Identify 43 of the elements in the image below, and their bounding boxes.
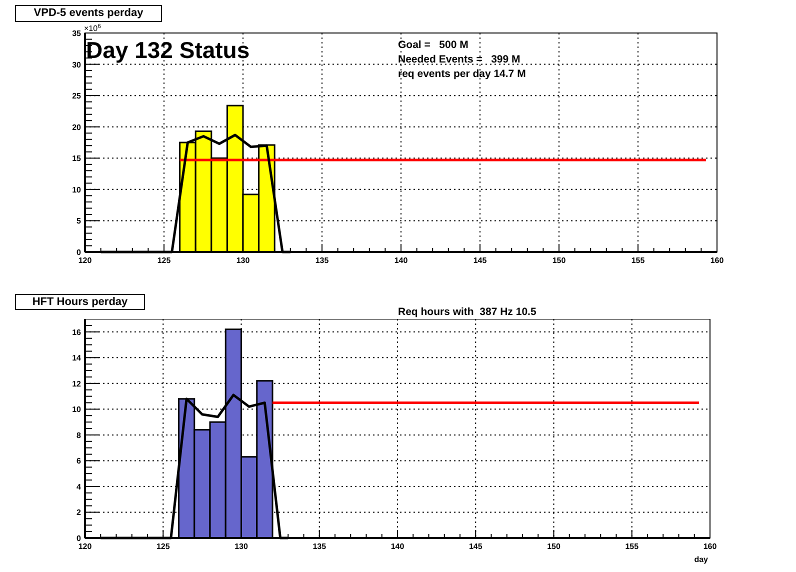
- tick-label: 160: [710, 256, 724, 265]
- tick-label: 130: [236, 256, 250, 265]
- tick-label: 160: [703, 542, 717, 551]
- tick-label: 120: [78, 256, 92, 265]
- tick-label: 20: [72, 122, 81, 132]
- tick-label: 35: [72, 29, 81, 38]
- tick-label: 130: [234, 542, 248, 551]
- tick-label: 10: [72, 185, 81, 194]
- annotation-text: Req hours with 387 Hz 10.5: [398, 306, 536, 318]
- annotation-text: Goal = 500 M: [398, 39, 468, 51]
- tick-label: 140: [390, 542, 404, 551]
- axis-multiplier: ×10$^{6}$: [84, 24, 101, 34]
- tick-label: 14: [72, 354, 81, 363]
- axis-label: day: [694, 555, 708, 564]
- tick-label: 125: [156, 542, 170, 551]
- tick-label: 140: [394, 256, 408, 265]
- tick-label: 145: [473, 256, 487, 265]
- tick-label: 12: [72, 379, 81, 388]
- tick-label: 135: [312, 542, 326, 551]
- tick-label: 16: [72, 328, 81, 337]
- tick-label: 0: [76, 248, 81, 257]
- tick-label: 2: [76, 508, 81, 518]
- tick-label: 155: [631, 256, 645, 265]
- tick-label: 5: [76, 216, 81, 226]
- tick-label: 135: [315, 256, 329, 265]
- tick-label: 30: [72, 60, 81, 70]
- annotation-text: req events per day 14.7 M: [398, 68, 526, 80]
- tick-label: 150: [547, 542, 560, 551]
- tick-label: 155: [625, 542, 639, 551]
- tick-label: 150: [552, 256, 566, 265]
- tick-label: 15: [72, 154, 81, 164]
- tick-label: 8: [76, 430, 81, 440]
- chart-heading: Day 132 Status: [86, 37, 250, 63]
- tick-label: 4: [76, 482, 81, 492]
- tick-label: 120: [78, 542, 92, 551]
- tick-label: 10: [72, 405, 81, 414]
- chart-title: VPD-5 events perday: [15, 5, 162, 22]
- tick-label: 25: [72, 92, 81, 101]
- chart-title: HFT Hours perday: [15, 294, 145, 310]
- tick-label: 0: [76, 534, 81, 543]
- tick-label: 145: [468, 542, 482, 551]
- tick-label: 6: [76, 456, 81, 466]
- tick-label: 125: [157, 256, 171, 265]
